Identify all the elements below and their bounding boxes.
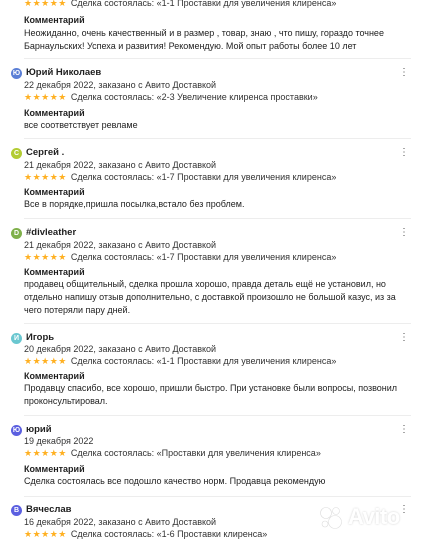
deal-text: Сделка состоялась: «Проставки для увелич… bbox=[70, 448, 321, 458]
reviewer-name[interactable]: Юрий Николаев bbox=[26, 66, 101, 80]
star-rating-icon: ★★★★★ bbox=[24, 448, 67, 458]
comment-label: Комментарий bbox=[24, 15, 85, 25]
more-options-icon[interactable]: ⋮ bbox=[398, 66, 410, 80]
deal-text: Сделка состоялась: «1-6 Проставки клирен… bbox=[70, 529, 268, 539]
comment-text: продавец общительный, сделка прошла хоро… bbox=[24, 279, 396, 315]
star-rating-icon: ★★★★★ bbox=[24, 356, 67, 366]
deal-text: Сделка состоялась: «1-7 Проставки для ув… bbox=[70, 172, 337, 182]
comment-label: Комментарий bbox=[24, 371, 85, 381]
comment-label: Комментарий bbox=[24, 108, 85, 118]
divider bbox=[24, 415, 411, 416]
comment-text: Продавцу спасибо, все хорошо, пришли быс… bbox=[24, 383, 398, 406]
comment-label: Комментарий bbox=[24, 267, 85, 277]
review-rating: ★★★★★ Сделка состоялась: «1-6 Проставки к… bbox=[24, 528, 267, 540]
avito-logo-icon bbox=[320, 507, 342, 529]
review-date: 19 декабря 2022 bbox=[24, 436, 94, 446]
comment-text: Сделка состоялась все подошло качество н… bbox=[24, 476, 326, 486]
divider bbox=[24, 496, 411, 497]
review-date: 16 декабря 2022, заказано с Авито Достав… bbox=[24, 517, 217, 527]
avatar[interactable]: В bbox=[11, 505, 22, 516]
divider bbox=[24, 58, 411, 59]
more-options-icon[interactable]: ⋮ bbox=[398, 423, 410, 437]
comment-text: Неожиданно, очень качественный и в разме… bbox=[24, 28, 384, 51]
more-options-icon[interactable]: ⋮ bbox=[398, 226, 410, 240]
comment-label: Комментарий bbox=[24, 187, 85, 197]
comment-label: Комментарий bbox=[24, 464, 85, 474]
star-rating-icon: ★★★★★ bbox=[24, 529, 67, 539]
avito-watermark: Avito bbox=[318, 503, 400, 531]
divider bbox=[24, 218, 411, 219]
review-date: 20 декабря 2022, заказано с Авито Достав… bbox=[24, 344, 217, 354]
review-date: 21 декабря 2022, заказано с Авито Достав… bbox=[24, 160, 217, 170]
avatar[interactable]: Ю bbox=[11, 425, 22, 436]
more-options-icon[interactable]: ⋮ bbox=[398, 331, 410, 345]
divider bbox=[24, 323, 411, 324]
deal-text: Сделка состоялась: «1-1 Проставки для ув… bbox=[70, 0, 337, 8]
review-rating: ★★★★★ Сделка состоялась: «1-1 Проставки д… bbox=[24, 355, 336, 367]
review-rating: ★★★★★ Сделка состоялась: «1-7 Проставки д… bbox=[24, 251, 336, 263]
deal-text: Сделка состоялась: «1-1 Проставки для ув… bbox=[70, 356, 337, 366]
review-rating: ★★★★★ Сделка состоялась: «2-3 Увеличение … bbox=[24, 91, 318, 103]
divider bbox=[24, 138, 411, 139]
avatar[interactable]: С bbox=[11, 148, 22, 159]
deal-text: Сделка состоялась: «2-3 Увеличение клире… bbox=[70, 92, 318, 102]
comment-text: Все в порядке,пришла посылка,встало без … bbox=[24, 199, 245, 209]
more-options-icon[interactable]: ⋮ bbox=[398, 503, 410, 517]
review-rating: ★★★★★ Сделка состоялась: «1-1 Проставки д… bbox=[24, 0, 336, 9]
deal-text: Сделка состоялась: «1-7 Проставки для ув… bbox=[70, 252, 337, 262]
reviewer-name[interactable]: #divleather bbox=[26, 226, 76, 240]
star-rating-icon: ★★★★★ bbox=[24, 252, 67, 262]
avatar[interactable]: Ю bbox=[11, 68, 22, 79]
review-rating: ★★★★★ Сделка состоялась: «Проставки для у… bbox=[24, 447, 321, 459]
comment-text: все соответствует ревламе bbox=[24, 120, 138, 130]
more-options-icon[interactable]: ⋮ bbox=[398, 146, 410, 160]
reviewer-name[interactable]: Сергей . bbox=[26, 146, 64, 160]
reviewer-name[interactable]: Вячеслав bbox=[26, 503, 72, 517]
star-rating-icon: ★★★★★ bbox=[24, 92, 67, 102]
star-rating-icon: ★★★★★ bbox=[24, 0, 67, 8]
avatar[interactable]: И bbox=[11, 333, 22, 344]
review-date: 21 декабря 2022, заказано с Авито Достав… bbox=[24, 240, 217, 250]
review-rating: ★★★★★ Сделка состоялась: «1-7 Проставки д… bbox=[24, 171, 336, 183]
avatar[interactable]: D bbox=[11, 228, 22, 239]
watermark-text: Avito bbox=[348, 504, 400, 529]
review-date: 22 декабря 2022, заказано с Авито Достав… bbox=[24, 80, 217, 90]
star-rating-icon: ★★★★★ bbox=[24, 172, 67, 182]
